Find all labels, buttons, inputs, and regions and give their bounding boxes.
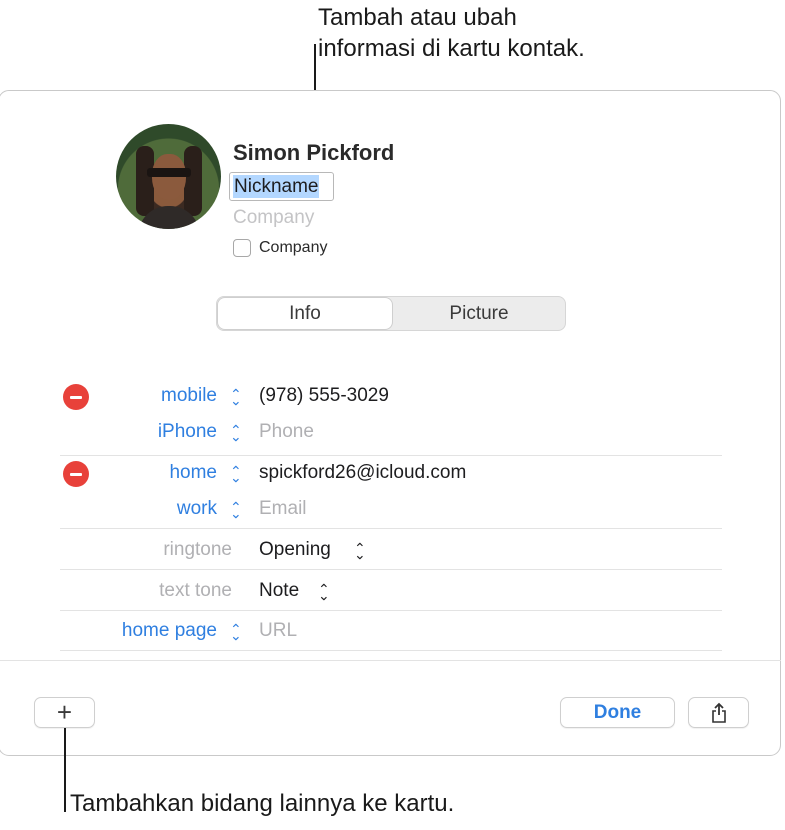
phone-label-iphone[interactable]: iPhone	[158, 421, 217, 443]
email-value[interactable]: spickford26@icloud.com	[259, 462, 466, 484]
info-picture-segmented-control: Info Picture	[216, 296, 566, 331]
texttone-label: text tone	[159, 580, 232, 601]
email2-label-stepper-icon[interactable]: ⌃ ⌃	[230, 500, 242, 521]
done-button-label: Done	[593, 702, 642, 723]
divider	[60, 528, 722, 529]
contact-name[interactable]: Simon Pickford	[233, 140, 394, 166]
done-button[interactable]: Done	[560, 697, 675, 728]
texttone-stepper-icon[interactable]: ⌃ ⌃	[318, 582, 330, 603]
divider	[60, 455, 722, 456]
ringtone-stepper-icon[interactable]: ⌃ ⌃	[354, 541, 366, 562]
delete-email-button[interactable]	[63, 461, 89, 487]
tab-info[interactable]: Info	[218, 298, 392, 329]
callout-top-line2: informasi di kartu kontak.	[318, 35, 585, 62]
callout-bottom-leader	[64, 728, 66, 812]
share-button[interactable]	[688, 697, 749, 728]
email-label-stepper-icon[interactable]: ⌃ ⌃	[230, 464, 242, 485]
email-input-placeholder[interactable]: Email	[259, 498, 307, 520]
footer-divider	[0, 660, 781, 661]
contact-avatar[interactable]	[116, 124, 221, 229]
email-label-home[interactable]: home	[169, 462, 217, 484]
phone-label-mobile[interactable]: mobile	[161, 385, 217, 407]
email-label-work[interactable]: work	[177, 498, 217, 520]
nickname-selected-text[interactable]: Nickname	[233, 175, 320, 198]
divider	[60, 569, 722, 570]
ringtone-label: ringtone	[163, 539, 232, 560]
company-field[interactable]: Company	[233, 207, 314, 229]
phone-value[interactable]: (978) 555-3029	[259, 385, 389, 407]
plus-icon: +	[56, 697, 73, 727]
texttone-popup[interactable]: Note	[259, 580, 299, 602]
divider	[60, 650, 722, 651]
add-field-button[interactable]: +	[34, 697, 95, 728]
phone2-label-stepper-icon[interactable]: ⌃ ⌃	[230, 423, 242, 444]
callout-bottom: Tambahkan bidang lainnya ke kartu.	[70, 790, 455, 817]
share-icon	[711, 702, 726, 723]
homepage-label[interactable]: home page	[122, 620, 217, 642]
delete-phone-button[interactable]	[63, 384, 89, 410]
homepage-label-stepper-icon[interactable]: ⌃ ⌃	[230, 622, 242, 643]
divider	[60, 610, 722, 611]
callout-top-line1: Tambah atau ubah	[318, 4, 517, 31]
phone-input-placeholder[interactable]: Phone	[259, 421, 314, 443]
ringtone-popup[interactable]: Opening	[259, 539, 331, 561]
company-checkbox-label: Company	[259, 239, 328, 256]
url-input-placeholder[interactable]: URL	[259, 620, 297, 642]
tab-picture[interactable]: Picture	[393, 297, 565, 330]
company-checkbox[interactable]	[233, 239, 251, 257]
phone-label-stepper-icon[interactable]: ⌃ ⌃	[230, 387, 242, 408]
